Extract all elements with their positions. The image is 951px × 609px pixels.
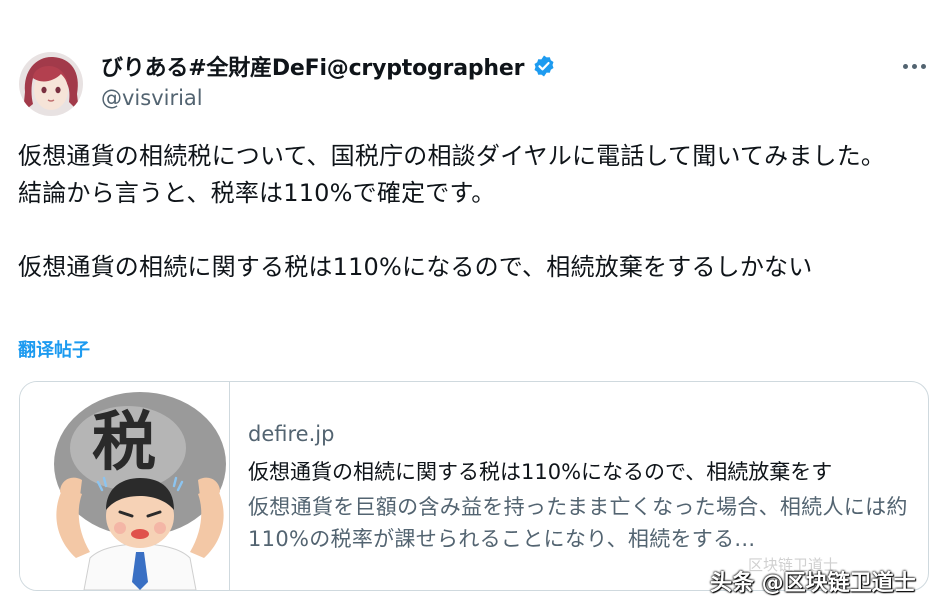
tweet-text: 仮想通貨の相続税について、国税庁の相談ダイヤルに電話して聞いてみました。 結論か… (18, 142, 886, 281)
card-domain: defire.jp (248, 422, 335, 446)
card-thumbnail-label: 税 (92, 406, 156, 480)
author-display-name[interactable]: びりある#全財産DeFi@cryptographer (101, 50, 524, 82)
author-name-row[interactable]: びりある#全財産DeFi@cryptographer (101, 49, 556, 83)
verified-badge-icon (532, 54, 556, 78)
avatar[interactable] (19, 52, 83, 116)
author-handle[interactable]: @visvirial (101, 86, 203, 110)
watermark: 头条 @区块链卫道士 (710, 571, 916, 596)
card-description: 仮想通貨を巨額の含み益を持ったまま亡くなった場合、相続人には約110%の税率が課… (248, 495, 908, 551)
card-thumbnail: 税 (20, 382, 230, 590)
more-options-icon[interactable] (896, 52, 932, 80)
card-title: 仮想通貨の相続に関する税は110%になるので、相続放棄をす (248, 460, 833, 484)
translate-post-link[interactable]: 翻译帖子 (18, 336, 90, 362)
avatar-image (19, 52, 83, 116)
